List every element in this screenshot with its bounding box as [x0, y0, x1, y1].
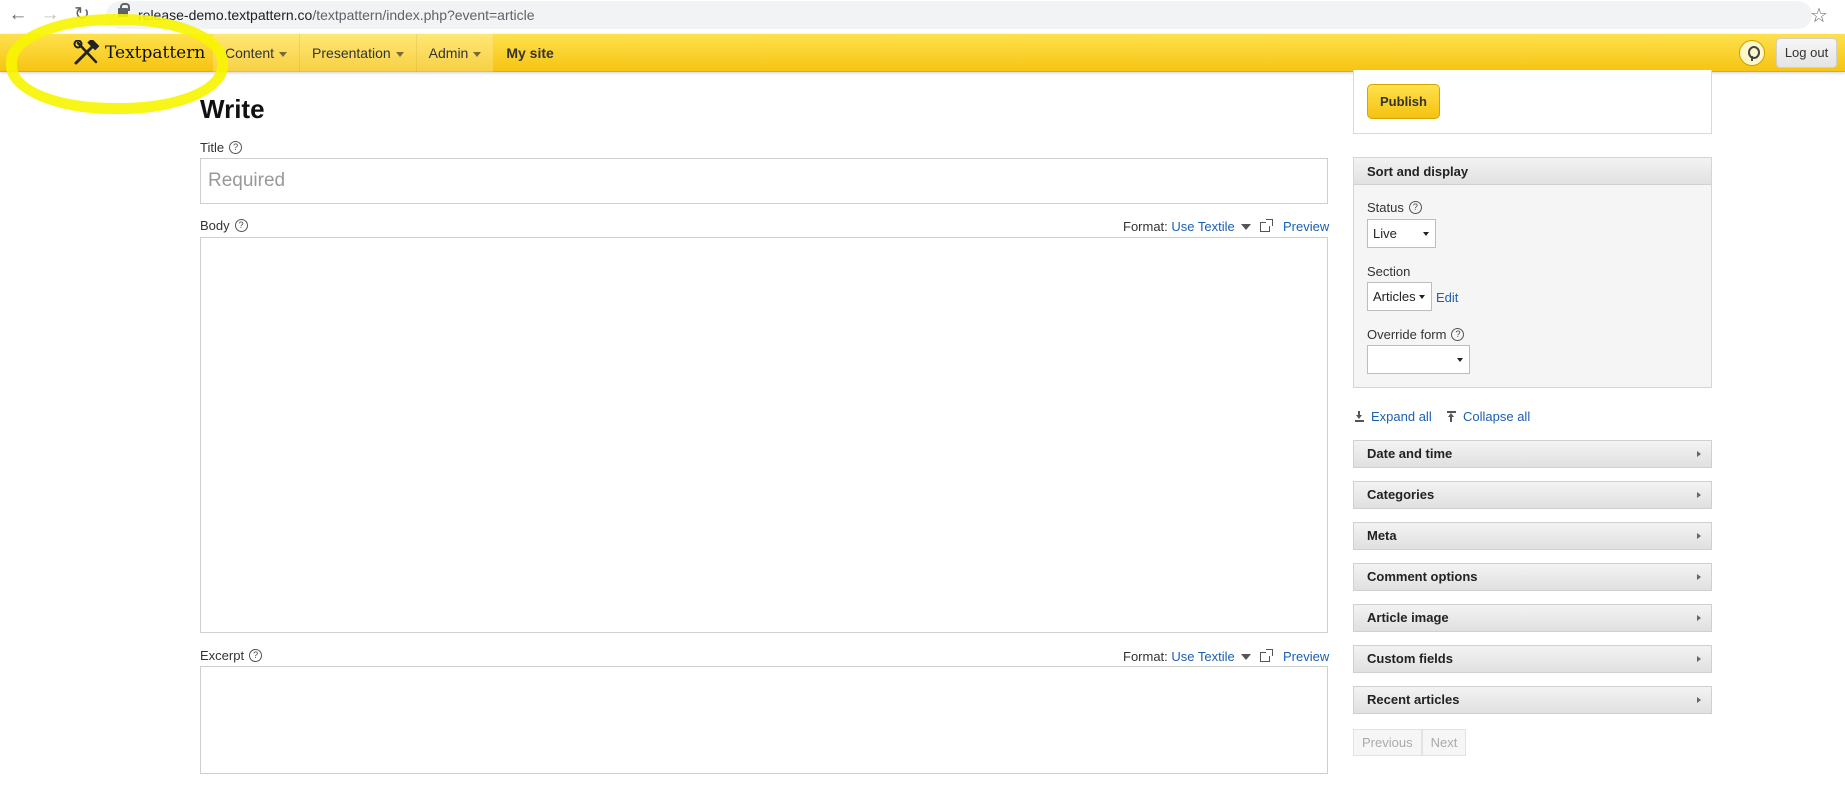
help-icon[interactable]: ?	[234, 219, 248, 232]
chevron-right-icon	[1697, 615, 1701, 621]
help-icon[interactable]: ?	[229, 141, 243, 154]
chevron-right-icon	[1697, 533, 1701, 539]
body-textarea[interactable]	[200, 237, 1328, 633]
excerpt-label: Excerpt?	[200, 648, 263, 663]
nav-presentation[interactable]: Presentation	[300, 34, 417, 72]
caret-down-icon	[473, 51, 482, 57]
brand-logo[interactable]: Textpattern	[72, 40, 205, 66]
title-input[interactable]: Required	[200, 158, 1328, 204]
arrow-right-icon[interactable]: →	[38, 4, 62, 26]
override-form-select[interactable]	[1367, 345, 1470, 374]
body-preview-link[interactable]: Preview	[1283, 219, 1329, 234]
address-bar[interactable]: release-demo.textpattern.co/textpattern/…	[106, 1, 1812, 29]
lightbulb-icon[interactable]	[1739, 40, 1765, 66]
section-select[interactable]: Articles	[1367, 282, 1432, 311]
app-header: Textpattern Content Presentation Admin M…	[0, 34, 1845, 72]
previous-button[interactable]: Previous	[1353, 729, 1422, 756]
external-link-icon[interactable]	[1259, 648, 1273, 662]
nav-content[interactable]: Content	[213, 34, 301, 72]
section-meta[interactable]: Meta	[1353, 522, 1712, 550]
section-article-image[interactable]: Article image	[1353, 604, 1712, 632]
sort-display-panel: Sort and display Status? Live Section Ar…	[1353, 157, 1712, 388]
section-label: Section	[1367, 264, 1411, 279]
section-comment-options[interactable]: Comment options	[1353, 563, 1712, 591]
expand-icon	[1355, 411, 1364, 422]
title-label: Title?	[200, 140, 243, 155]
caret-down-icon[interactable]	[1240, 223, 1251, 230]
section-categories[interactable]: Categories	[1353, 481, 1712, 509]
body-format-select[interactable]: Use Textile	[1171, 219, 1234, 234]
lock-icon	[118, 3, 130, 17]
chevron-right-icon	[1697, 492, 1701, 498]
brand-name: Textpattern	[105, 43, 206, 63]
section-date-time[interactable]: Date and time	[1353, 440, 1712, 468]
sort-display-heading[interactable]: Sort and display	[1354, 158, 1711, 185]
chevron-right-icon	[1697, 451, 1701, 457]
hammer-icon	[73, 40, 100, 65]
nav-admin[interactable]: Admin	[416, 34, 495, 72]
nav-my-site[interactable]: My site	[494, 34, 565, 72]
page-title: Write	[200, 94, 265, 124]
main-nav: Content Presentation Admin My site	[213, 34, 566, 72]
excerpt-textarea[interactable]	[200, 666, 1328, 774]
excerpt-preview-link[interactable]: Preview	[1283, 649, 1329, 664]
help-icon[interactable]: ?	[249, 649, 263, 662]
status-select[interactable]: Live	[1367, 219, 1436, 248]
section-edit-link[interactable]: Edit	[1436, 290, 1458, 305]
body-label: Body?	[200, 218, 248, 233]
collapse-all-link[interactable]: Collapse all	[1447, 409, 1530, 424]
collapse-icon	[1447, 411, 1456, 422]
caret-down-icon	[1423, 232, 1429, 236]
help-icon[interactable]: ?	[1451, 328, 1465, 341]
chevron-right-icon	[1697, 697, 1701, 703]
caret-down-icon	[395, 51, 404, 57]
caret-down-icon[interactable]	[1240, 653, 1251, 660]
section-custom-fields[interactable]: Custom fields	[1353, 645, 1712, 673]
chevron-right-icon	[1697, 574, 1701, 580]
excerpt-format-select[interactable]: Use Textile	[1171, 649, 1234, 664]
reload-icon[interactable]: ↻	[70, 4, 94, 26]
publish-panel: Publish	[1353, 70, 1712, 134]
caret-down-icon	[1457, 358, 1463, 362]
section-recent-articles[interactable]: Recent articles	[1353, 686, 1712, 714]
address-url: release-demo.textpattern.co/textpattern/…	[138, 7, 535, 23]
external-link-icon[interactable]	[1259, 218, 1273, 232]
excerpt-format: Format: Use Textile	[1123, 648, 1273, 664]
arrow-left-icon[interactable]: ←	[6, 4, 30, 26]
chevron-right-icon	[1697, 656, 1701, 662]
body-format: Format: Use Textile	[1123, 218, 1273, 234]
caret-down-icon	[279, 51, 288, 57]
next-button[interactable]: Next	[1421, 729, 1467, 756]
caret-down-icon	[1419, 295, 1425, 299]
logout-button[interactable]: Log out	[1776, 38, 1837, 68]
status-label: Status?	[1367, 200, 1422, 215]
pager: Previous Next	[1353, 729, 1467, 756]
star-icon[interactable]: ☆	[1810, 3, 1828, 28]
help-icon[interactable]: ?	[1408, 201, 1422, 214]
browser-toolbar: ← → ↻ release-demo.textpattern.co/textpa…	[0, 0, 1845, 34]
expand-all-link[interactable]: Expand all	[1355, 409, 1432, 424]
override-form-label: Override form?	[1367, 327, 1465, 342]
publish-button[interactable]: Publish	[1367, 84, 1440, 119]
